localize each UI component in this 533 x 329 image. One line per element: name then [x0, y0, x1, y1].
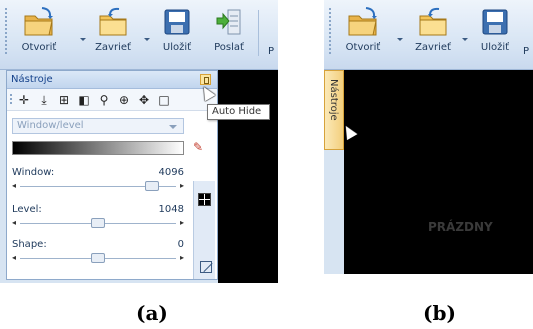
- open-dropdown-arrow[interactable]: [80, 38, 86, 41]
- shape-param: Shape: 0 ◂ ▸: [12, 239, 184, 264]
- screenshot-panel-a: Otvoriť Zavrieť Uložiť Poslať P Nástroje…: [0, 0, 278, 283]
- window-param: Window: 4096 ◂ ▸: [12, 167, 184, 192]
- toolbar-grip[interactable]: [329, 8, 331, 54]
- move-tool-icon[interactable]: ✥: [137, 93, 151, 107]
- save-button-label: Uložiť: [162, 42, 192, 53]
- toolbar-grip[interactable]: [5, 8, 7, 54]
- save-disk-icon: [482, 9, 508, 35]
- window-value: 4096: [158, 167, 184, 178]
- ribbon-toolbar: Otvoriť Zavrieť Uložiť Poslať P: [0, 0, 278, 70]
- shape-value: 0: [177, 239, 184, 250]
- screenshot-panel-b: Otvoriť Zavrieť Uložiť P PRÁZDNY Nástroj…: [324, 0, 533, 274]
- open-button[interactable]: Otvoriť: [338, 6, 388, 66]
- tools-auto-hide-tab[interactable]: Nástroje: [324, 70, 344, 150]
- open-button[interactable]: Otvoriť: [14, 6, 64, 66]
- tools-toolbar-grip: [10, 94, 12, 106]
- close-button[interactable]: Zavrieť: [88, 6, 138, 66]
- close-button-label: Zavrieť: [415, 42, 451, 53]
- mode-select-value: Window/level: [17, 120, 84, 131]
- grayscale-gradient-bar: [12, 141, 184, 155]
- tools-tab-label: Nástroje: [328, 79, 339, 121]
- level-slider[interactable]: ◂ ▸: [12, 217, 184, 229]
- zoom-tool-icon[interactable]: ⚲: [97, 93, 111, 107]
- window-slider[interactable]: ◂ ▸: [12, 180, 184, 192]
- tools-panel: Nástroje ✛ ⤓ ⊞ ◧ ⚲ ⊕ ✥ □ Window/level ✎ …: [6, 70, 218, 280]
- close-button[interactable]: Zavrieť: [408, 6, 458, 66]
- shape-slider[interactable]: ◂ ▸: [12, 252, 184, 264]
- close-folder-icon: [99, 7, 127, 36]
- layout-grid-icon[interactable]: [198, 193, 211, 206]
- tools-panel-title: Nástroje: [11, 74, 53, 85]
- open-button-label: Otvoriť: [21, 42, 57, 53]
- level-slider-thumb[interactable]: [91, 218, 105, 228]
- auto-hide-tooltip: Auto Hide: [207, 104, 270, 120]
- tools-toolbar: ✛ ⤓ ⊞ ◧ ⚲ ⊕ ✥ □: [7, 89, 217, 111]
- chevron-down-icon: [169, 125, 177, 129]
- slider-left-arrow-icon[interactable]: ◂: [12, 218, 16, 227]
- caption-a: (a): [136, 301, 168, 325]
- save-button[interactable]: Uložiť: [470, 6, 520, 66]
- caption-b: (b): [423, 301, 456, 325]
- zoom-region-tool-icon[interactable]: ⊕: [117, 93, 131, 107]
- close-button-label: Zavrieť: [95, 42, 131, 53]
- open-folder-icon: [348, 7, 377, 36]
- save-button[interactable]: Uložiť: [152, 6, 202, 66]
- close-dropdown-arrow[interactable]: [462, 38, 468, 41]
- send-button-label: Poslať: [214, 42, 244, 53]
- mode-select[interactable]: Window/level: [12, 118, 184, 134]
- overflow-button[interactable]: P: [256, 6, 278, 66]
- image-viewer-area[interactable]: PRÁZDNY: [344, 70, 533, 274]
- slider-left-arrow-icon[interactable]: ◂: [12, 253, 16, 262]
- open-dropdown-arrow[interactable]: [397, 38, 403, 41]
- slider-right-arrow-icon[interactable]: ▸: [180, 181, 184, 190]
- pan-tool-icon[interactable]: ⤓: [37, 93, 51, 107]
- slider-left-arrow-icon[interactable]: ◂: [12, 181, 16, 190]
- save-disk-icon: [164, 9, 190, 35]
- annotation-tool-icon[interactable]: □: [157, 93, 171, 107]
- panel-side-strip: [193, 181, 215, 279]
- level-param: Level: 1048 ◂ ▸: [12, 204, 184, 229]
- save-button-label: Uložiť: [480, 42, 510, 53]
- settings-wrench-icon[interactable]: ✎: [193, 140, 203, 154]
- select-tool-icon[interactable]: ⊞: [57, 93, 71, 107]
- level-value: 1048: [158, 204, 184, 215]
- empty-viewer-label: PRÁZDNY: [428, 220, 493, 234]
- pointer-tool-icon[interactable]: ✛: [17, 93, 31, 107]
- overflow-button-label: P: [267, 46, 275, 57]
- window-label: Window:: [12, 167, 55, 178]
- send-button[interactable]: Poslať: [204, 6, 254, 66]
- open-folder-icon: [24, 7, 53, 36]
- slider-right-arrow-icon[interactable]: ▸: [180, 253, 184, 262]
- close-dropdown-arrow[interactable]: [144, 38, 150, 41]
- tools-panel-header: Nástroje: [7, 71, 217, 89]
- overflow-button-label: P: [522, 46, 530, 57]
- image-viewer-area[interactable]: [218, 70, 278, 283]
- pin-icon[interactable]: [200, 74, 211, 85]
- send-icon: [216, 9, 241, 35]
- slider-right-arrow-icon[interactable]: ▸: [180, 218, 184, 227]
- close-folder-icon: [419, 7, 447, 36]
- ribbon-toolbar: Otvoriť Zavrieť Uložiť P: [324, 0, 533, 70]
- overflow-button[interactable]: P: [516, 6, 533, 66]
- window-level-tool-icon[interactable]: ◧: [77, 93, 91, 107]
- shape-slider-thumb[interactable]: [91, 253, 105, 263]
- resize-corner-icon[interactable]: [200, 261, 212, 273]
- shape-label: Shape:: [12, 239, 47, 250]
- window-slider-thumb[interactable]: [144, 181, 159, 191]
- level-label: Level:: [12, 204, 42, 215]
- open-button-label: Otvoriť: [345, 42, 381, 53]
